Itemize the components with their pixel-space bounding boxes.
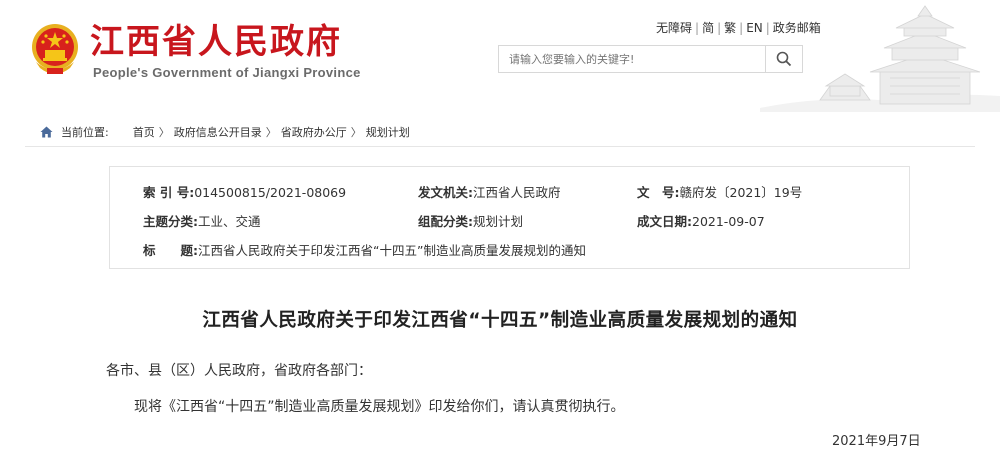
accessibility-link[interactable]: 无障碍	[656, 21, 692, 35]
index-number: 索 引 号:014500815/2021-08069	[143, 185, 347, 200]
document-number: 文 号:赣府发〔2021〕19号	[637, 185, 803, 200]
home-icon	[40, 126, 53, 138]
article-body: 现将《江西省“十四五”制造业高质量发展规划》印发给你们，请认真贯彻执行。	[134, 399, 625, 415]
breadcrumb-separator: 〉	[350, 126, 362, 139]
breadcrumb-home[interactable]: 首页	[133, 124, 155, 140]
traditional-link[interactable]: 繁	[724, 21, 736, 35]
article-salutation: 各市、县（区）人民政府，省政府各部门：	[106, 363, 372, 379]
assembly-category: 组配分类:规划计划	[418, 214, 524, 229]
article-date: 2021年9月7日	[832, 434, 921, 449]
breadcrumb-plans[interactable]: 规划计划	[366, 124, 410, 140]
breadcrumb-divider	[25, 146, 975, 147]
breadcrumb-separator: 〉	[158, 126, 170, 139]
site-name[interactable]: 江西省人民政府	[90, 20, 342, 64]
issuing-org: 发文机关:江西省人民政府	[418, 185, 561, 200]
search-input[interactable]	[499, 46, 767, 72]
breadcrumb-label: 当前位置:	[61, 126, 109, 139]
breadcrumb-gov-info[interactable]: 政府信息公开目录	[174, 124, 262, 140]
breadcrumb: 当前位置: 首页 〉 政府信息公开目录 〉 省政府办公厅 〉 规划计划	[40, 124, 410, 140]
article-title: 江西省人民政府关于印发江西省“十四五”制造业高质量发展规划的通知	[202, 310, 798, 331]
national-emblem-icon	[32, 24, 78, 74]
site-header: 江西省人民政府 People's Government of Jiangxi P…	[0, 0, 1000, 112]
search-box	[498, 45, 803, 73]
breadcrumb-separator: 〉	[265, 126, 277, 139]
document-info-box: 索 引 号:014500815/2021-08069 发文机关:江西省人民政府 …	[109, 166, 910, 269]
breadcrumb-office[interactable]: 省政府办公厅	[281, 124, 347, 140]
creation-date: 成文日期:2021-09-07	[637, 214, 765, 229]
document-title-field: 标 题:江西省人民政府关于印发江西省“十四五”制造业高质量发展规划的通知	[143, 243, 586, 258]
pavilion-illustration-icon	[760, 5, 1000, 112]
site-name-en: People's Government of Jiangxi Province	[93, 65, 361, 80]
topic-category: 主题分类:工业、交通	[143, 214, 261, 229]
simplified-link[interactable]: 简	[702, 21, 714, 35]
